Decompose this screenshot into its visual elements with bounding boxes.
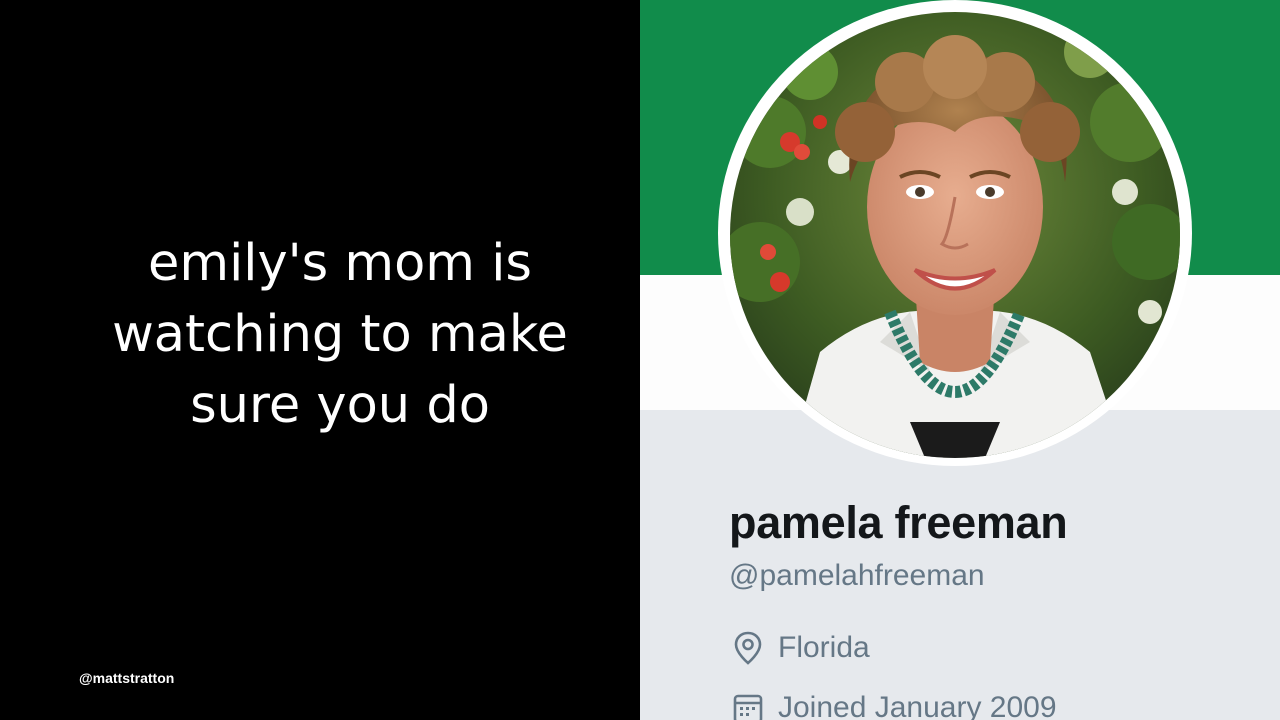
profile-handle: @pamelahfreeman (729, 559, 985, 592)
footer-handle: @mattstratton (79, 670, 175, 686)
calendar-icon (733, 694, 763, 720)
avatar[interactable] (730, 12, 1180, 458)
slide-text-panel: emily's mom is watching to make sure you… (0, 0, 640, 720)
location-pin-icon (734, 631, 762, 665)
profile-screenshot: pamela freeman @pamelahfreeman Florida J… (640, 0, 1280, 720)
slide-caption: emily's mom is watching to make sure you… (40, 228, 640, 441)
slide-caption-line-3: sure you do (190, 376, 490, 435)
profile-joined: Joined January 2009 (732, 690, 1057, 720)
profile-location-text: Florida (778, 631, 870, 664)
profile-name: pamela freeman (729, 497, 1068, 548)
slide-caption-line-1: emily's mom is (148, 234, 532, 293)
profile-joined-text: Joined January 2009 (778, 691, 1057, 720)
slide: emily's mom is watching to make sure you… (0, 0, 1280, 720)
profile-location: Florida (732, 630, 870, 666)
slide-caption-line-2: watching to make (112, 305, 568, 364)
